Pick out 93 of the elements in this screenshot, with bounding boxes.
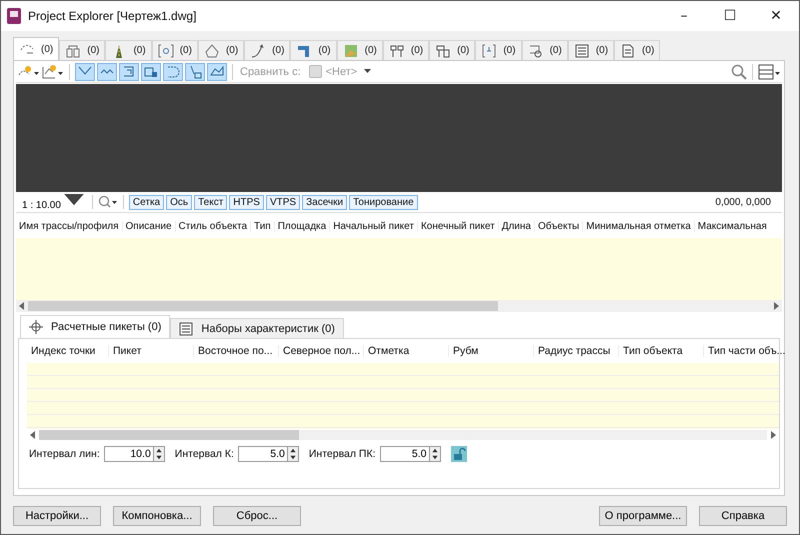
column-header[interactable]: Северное пол... [279, 345, 364, 357]
display-toggle-button[interactable]: Тонирование [349, 194, 418, 210]
view-toggle-button[interactable] [163, 62, 183, 80]
footer-button[interactable]: О программе... [599, 506, 687, 526]
object-type-icon [250, 42, 266, 58]
interval-label: Интервал лин: [29, 448, 100, 460]
column-header[interactable]: Индекс точки [27, 345, 109, 357]
layout-menu-icon[interactable] [758, 64, 780, 80]
column-header[interactable]: Площадка [274, 220, 330, 232]
footer-button[interactable]: Компоновка... [113, 506, 201, 526]
details-tab[interactable]: Расчетные пикеты (0) [20, 315, 170, 338]
minimize-button[interactable]: – [661, 1, 707, 31]
interval-label: Интервал К: [174, 448, 234, 460]
display-toggle-button[interactable]: Текст [194, 194, 228, 210]
object-type-icon [388, 42, 405, 58]
details-tab[interactable]: Наборы характеристик (0) [170, 318, 344, 338]
object-type-icon [435, 42, 452, 58]
column-header[interactable]: Начальный пикет [330, 220, 418, 232]
crosshair-icon [29, 320, 43, 334]
object-tab[interactable]: (0) [475, 40, 522, 60]
column-header[interactable]: Объекты [534, 220, 584, 232]
column-header[interactable]: Длина [498, 220, 535, 232]
object-type-icon [158, 42, 174, 58]
interval-field[interactable]: 5.0 [238, 446, 288, 462]
column-header[interactable]: Тип объекта [619, 345, 704, 357]
footer-button[interactable]: Настройки... [13, 506, 101, 526]
object-type-icon [481, 42, 498, 58]
footer-button[interactable]: Сброс... [213, 506, 301, 526]
interval-label: Интервал ПК: [308, 448, 376, 460]
cursor-coordinates: 0,000, 0,000 [715, 196, 771, 208]
app-logo-icon [7, 8, 21, 24]
column-header[interactable]: Конечный пикет [418, 220, 499, 232]
column-header[interactable]: Стиль объекта [176, 220, 252, 232]
dashed-shape-icon [165, 64, 181, 80]
object-tab[interactable]: (0) [522, 40, 568, 60]
view-toggle-button[interactable] [97, 62, 117, 80]
search-icon[interactable] [731, 64, 747, 80]
display-toggle-button[interactable]: HTPS [229, 194, 264, 210]
object-type-icon [620, 42, 636, 58]
object-tab[interactable]: (0) [59, 40, 106, 60]
object-tab[interactable]: (0) [198, 40, 244, 60]
object-type-icon [342, 42, 359, 58]
object-tab[interactable]: (0) [105, 40, 152, 60]
object-tab[interactable]: (0) [152, 40, 198, 60]
display-toggle-button[interactable]: Ось [166, 194, 192, 210]
object-type-icon [574, 42, 590, 58]
view-toggle-button[interactable] [207, 62, 227, 80]
unlock-icon[interactable] [450, 446, 467, 462]
view-toggle-button[interactable] [75, 62, 95, 80]
horizontal-scrollbar[interactable] [16, 300, 782, 312]
object-tab[interactable]: (0) [336, 40, 383, 60]
view-toggle-button[interactable] [141, 62, 161, 80]
column-header[interactable]: Имя трассы/профиля [16, 220, 123, 232]
spin-arrows-icon[interactable] [288, 446, 299, 462]
column-header[interactable]: Минимальная отметка [583, 220, 695, 232]
interval-field[interactable]: 10.0 [104, 446, 154, 462]
compare-label: Сравнить с: [240, 66, 301, 78]
column-header[interactable]: Рубм [449, 345, 534, 357]
object-tab[interactable]: (0) [290, 40, 337, 60]
list-icon [179, 322, 194, 336]
add-profile-icon[interactable] [42, 64, 64, 80]
object-type-icon [65, 42, 82, 58]
close-button[interactable]: ✕ [753, 1, 799, 31]
view-toggle-button[interactable] [185, 62, 205, 80]
object-tab[interactable]: (0) [568, 40, 614, 60]
window-title: Project Explorer [Чертеж1.dwg] [28, 9, 198, 23]
column-header[interactable]: Пикет [109, 345, 194, 357]
object-tab[interactable]: (0) [382, 40, 430, 60]
interval-field[interactable]: 5.0 [380, 446, 430, 462]
zoom-dropdown-icon[interactable] [98, 195, 118, 209]
spin-arrows-icon[interactable] [154, 446, 165, 462]
column-header[interactable]: Максимальная [694, 220, 770, 232]
object-tab[interactable]: (0) [429, 40, 476, 60]
column-header[interactable]: Восточное по... [194, 345, 279, 357]
display-toggle-button[interactable]: Сетка [128, 194, 164, 210]
column-header[interactable]: Отметка [364, 345, 449, 357]
object-tab[interactable]: (0) [614, 40, 660, 60]
footer-button[interactable]: Справка [699, 506, 787, 526]
scale-dropdown[interactable]: 1 : 10.00 [19, 194, 87, 210]
spin-arrows-icon[interactable] [430, 446, 441, 462]
object-tab[interactable]: (0) [13, 37, 60, 60]
display-toggle-button[interactable]: Засечки [302, 194, 348, 210]
column-header[interactable]: Тип [251, 220, 275, 232]
column-header[interactable]: Описание [122, 220, 176, 232]
maximize-button[interactable]: ☐ [707, 1, 753, 31]
caret-icon [364, 69, 372, 74]
object-type-icon [528, 42, 544, 58]
view-toggle-button[interactable] [119, 62, 139, 80]
column-header[interactable]: Тип части объ... [704, 345, 789, 357]
display-toggle-button[interactable]: VTPS [266, 194, 300, 210]
object-tab[interactable]: (0) [244, 40, 290, 60]
column-header[interactable]: Радиус трассы [534, 345, 619, 357]
object-type-icon [204, 42, 220, 58]
